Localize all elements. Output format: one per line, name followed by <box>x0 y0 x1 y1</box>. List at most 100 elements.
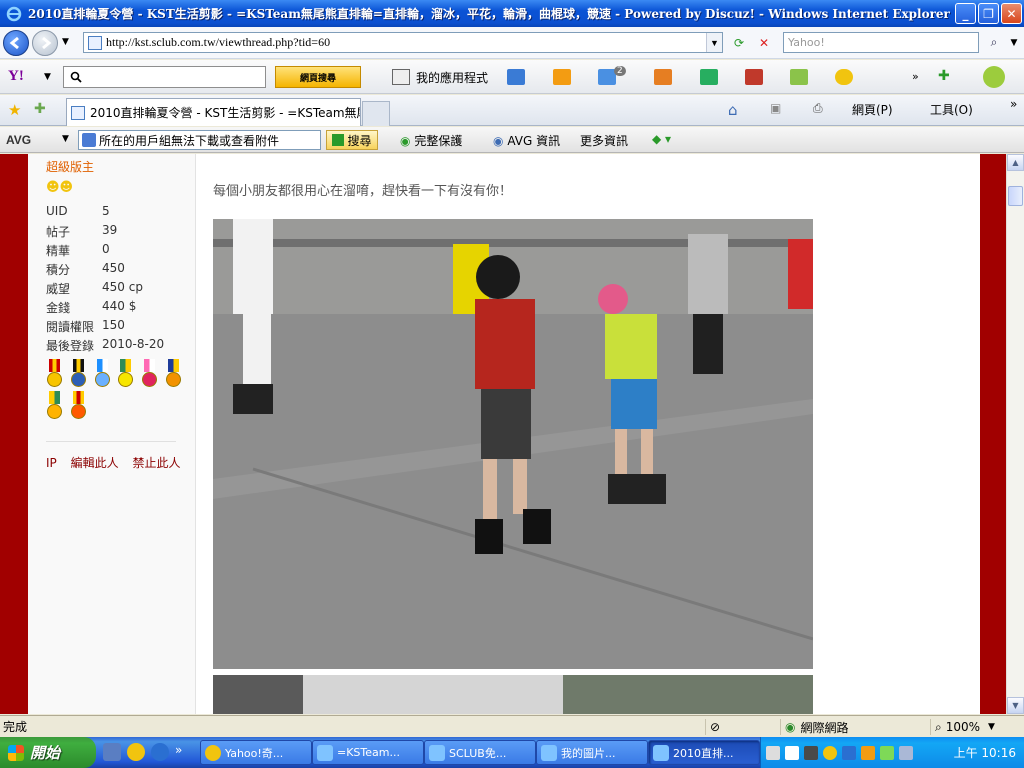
home-icon[interactable]: ⌂ <box>728 101 738 119</box>
vertical-scrollbar[interactable]: ▲ ▼ <box>1006 154 1024 714</box>
medal-icon <box>141 359 158 391</box>
more-tools-icon[interactable]: » <box>912 70 919 83</box>
search-icon <box>70 71 82 83</box>
url-text: http://kst.sclub.com.tw/viewthread.php?t… <box>106 35 331 49</box>
yahoo-search-input[interactable] <box>63 66 266 88</box>
close-window-button[interactable]: ✕ <box>1001 3 1022 24</box>
medal-icon <box>165 359 182 391</box>
yahoo-logo[interactable]: Y! <box>8 68 24 85</box>
history-dropdown-icon[interactable]: ▼ <box>62 37 69 47</box>
avg-protect-link[interactable]: ◉ 完整保護 <box>400 132 462 149</box>
post-photo[interactable] <box>213 219 813 669</box>
forward-arrow-icon <box>42 36 52 49</box>
help-icon[interactable] <box>785 745 799 760</box>
globe-icon: ◉ <box>785 720 796 734</box>
avg-info-label: AVG 資訊 <box>507 134 561 148</box>
window-titlebar: 2010直排輪夏令營 - KST生活剪影 - =KSTeam無尾熊直排輪=直排輪… <box>0 0 1024 27</box>
my-apps-label: 我的應用程式 <box>416 70 489 85</box>
new-tab-button[interactable] <box>362 101 390 126</box>
profile-divider <box>46 441 176 442</box>
avg-menu-dropdown-icon[interactable]: ▼ <box>62 134 69 144</box>
yahoo-web-search-button[interactable]: 網頁搜尋 <box>275 66 361 88</box>
more-commands-icon[interactable]: » <box>1010 97 1017 111</box>
volume-icon[interactable] <box>899 745 913 760</box>
scroll-thumb[interactable] <box>1008 186 1023 206</box>
taskbar-button-label: =KSTeam... <box>337 746 400 759</box>
yahoo-toolbar: Y! ▼ 網頁搜尋 我的應用程式 2 » ✚ <box>0 60 1024 94</box>
ip-link[interactable]: IP <box>46 456 57 470</box>
address-field[interactable]: http://kst.sclub.com.tw/viewthread.php?t… <box>83 32 723 53</box>
scroll-down-button[interactable]: ▼ <box>1007 697 1024 714</box>
search-go-icon[interactable]: ⌕ <box>984 32 1004 53</box>
add-favorites-icon[interactable]: ✚ <box>34 101 46 117</box>
maximize-button[interactable]: ❐ <box>978 3 999 24</box>
taskbar-button[interactable]: 我的圖片... <box>536 740 648 765</box>
tray-arrow-icon[interactable] <box>804 745 818 760</box>
favorites-star-icon[interactable]: ★ <box>8 101 21 119</box>
quick-more-icon[interactable]: » <box>175 743 182 761</box>
avg-extra-icon[interactable]: ◆ ▾ <box>652 132 671 146</box>
avg-logo[interactable]: AVG <box>6 133 31 147</box>
popup-blocked-icon[interactable]: ⊘ <box>705 719 780 735</box>
zoom-icon: ⌕ <box>935 719 942 734</box>
page-menu[interactable]: 網頁(P) <box>852 101 893 118</box>
scroll-up-button[interactable]: ▲ <box>1007 154 1024 171</box>
warning-icon[interactable] <box>861 745 875 760</box>
taskbar-button[interactable]: SCLUB免... <box>424 740 536 765</box>
edit-user-link[interactable]: 編輯此人 <box>71 456 119 470</box>
taskbar: 開始 » Yahoo!奇... =KSTeam... SCLUB免... 我的圖… <box>0 737 1024 768</box>
messenger-tray-icon[interactable] <box>823 745 837 760</box>
yahoo-menu-dropdown-icon[interactable]: ▼ <box>44 72 51 82</box>
window-title: 2010直排輪夏令營 - KST生活剪影 - =KSTeam無尾熊直排輪=直排輪… <box>28 7 950 21</box>
page-icon <box>88 35 102 50</box>
answers-icon[interactable] <box>700 69 718 85</box>
avg-search-select[interactable]: 所在的用戶組無法下載或查看附件 <box>78 130 321 150</box>
ban-user-link[interactable]: 禁止此人 <box>132 456 180 470</box>
url-dropdown-icon[interactable]: ▼ <box>706 33 722 52</box>
avg-more-link[interactable]: 更多資訊 <box>580 132 628 149</box>
print-icon[interactable]: ⎙ <box>813 101 823 116</box>
zoom-level[interactable]: ⌕ 100% ▼ <box>930 719 1024 735</box>
stop-icon[interactable]: ✕ <box>754 32 774 53</box>
notes-icon[interactable] <box>790 69 808 85</box>
ie-page-icon <box>653 744 669 761</box>
settings-gear-icon[interactable] <box>983 66 1005 88</box>
back-button[interactable] <box>3 29 29 56</box>
news-icon[interactable] <box>507 69 525 85</box>
page-left-border <box>0 154 28 714</box>
feeds-icon[interactable]: ▣ <box>770 101 781 115</box>
security-tray-icon[interactable] <box>880 745 894 760</box>
taskbar-button[interactable]: =KSTeam... <box>312 740 424 765</box>
page-viewport: 超級版主 ☻☻ UID 5 帖子 39 精華 0 積分 450 威望 450 cp 金錢 4… <box>0 154 1006 714</box>
messenger-icon[interactable] <box>127 743 145 761</box>
back-arrow-icon <box>9 36 19 49</box>
post-photo-2[interactable] <box>213 675 813 714</box>
forward-button[interactable] <box>32 29 58 56</box>
start-button[interactable]: 開始 <box>0 737 96 768</box>
keyboard-icon[interactable] <box>766 745 780 760</box>
refresh-icon[interactable]: ⟳ <box>729 32 749 53</box>
taskbar-button[interactable]: Yahoo!奇... <box>200 740 312 765</box>
search-input[interactable]: Yahoo! <box>783 32 979 53</box>
games-icon[interactable] <box>835 69 853 85</box>
avg-info-link[interactable]: ◉ AVG 資訊 <box>493 132 560 149</box>
add-button-icon[interactable]: ✚ <box>938 68 950 84</box>
rss-icon[interactable] <box>553 69 571 85</box>
outlook-icon[interactable] <box>103 743 121 761</box>
minimize-button[interactable]: _ <box>955 3 976 24</box>
stat-label: 帖子 <box>46 225 71 239</box>
network-icon[interactable] <box>842 745 856 760</box>
auction-icon[interactable] <box>654 69 672 85</box>
taskbar-button-active[interactable]: 2010直排... <box>648 740 760 765</box>
shopping-icon[interactable] <box>745 69 763 85</box>
avg-search-button[interactable]: 搜尋 <box>326 130 378 150</box>
security-zone[interactable]: ◉ 網際網路 <box>780 719 930 735</box>
my-apps-button[interactable]: 我的應用程式 <box>392 66 488 88</box>
tools-menu[interactable]: 工具(O) <box>930 101 973 118</box>
ie-quick-icon[interactable] <box>151 743 169 761</box>
clock[interactable]: 上午 10:16 <box>954 744 1016 761</box>
user-rank: 超級版主 <box>46 160 95 174</box>
stat-label: 威望 <box>46 282 71 296</box>
search-options-icon[interactable]: ▼ <box>1004 32 1024 53</box>
tab-active[interactable]: 2010直排輪夏令營 - KST生活剪影 - =KSTeam無尾... <box>66 98 361 126</box>
